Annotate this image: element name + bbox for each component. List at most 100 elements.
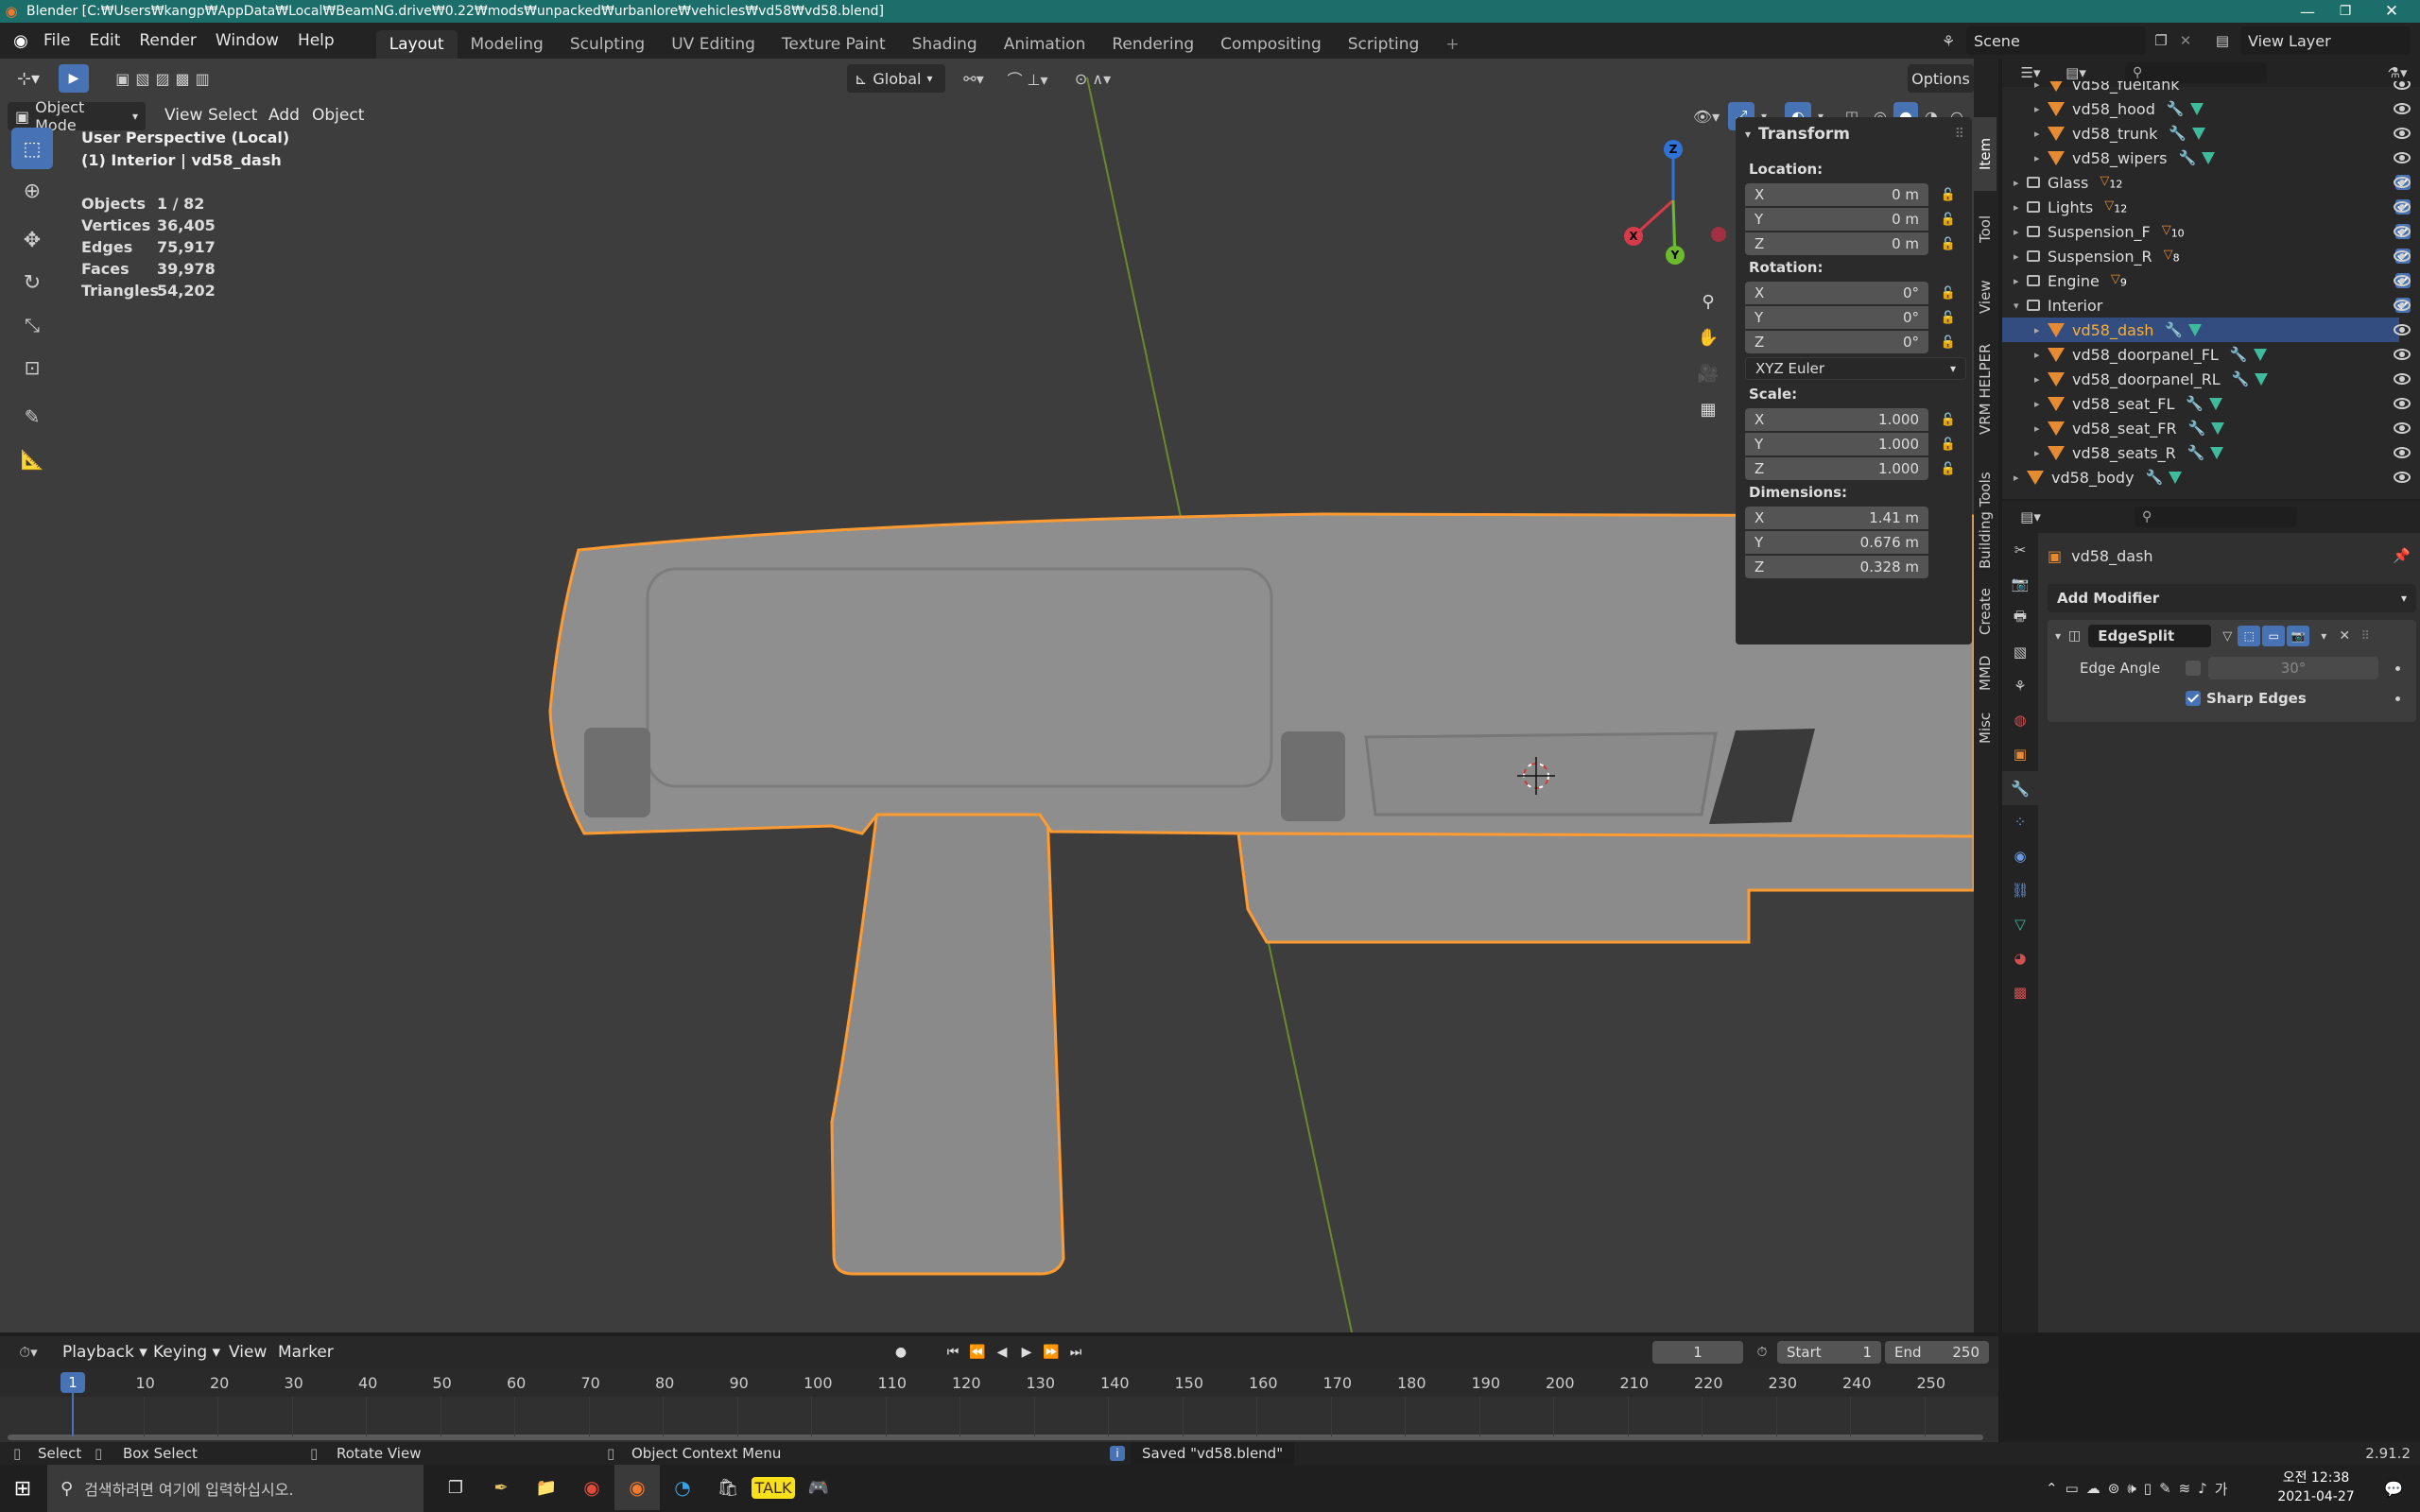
- lock-icon[interactable]: 🔓: [1936, 183, 1961, 206]
- 3d-viewport[interactable]: ⊹▾ ▶ ▣▧▨▩▥ ⊾ Global ▾ ⚯▾ ⌒ ⊥▾ ⊙ ∧▾ Optio…: [0, 59, 1974, 1332]
- visibility-eye-icon[interactable]: [2394, 103, 2411, 114]
- texture-properties-icon[interactable]: ▩: [2002, 975, 2038, 1009]
- tab-tool[interactable]: Tool: [1974, 197, 1996, 261]
- gizmo-y-icon[interactable]: Y: [1666, 246, 1685, 265]
- pin-icon[interactable]: 📌: [2393, 547, 2411, 564]
- visibility-eye-icon[interactable]: [2394, 472, 2411, 483]
- dimensions-z-field[interactable]: Z 0.328 m: [1745, 556, 1928, 578]
- scale-y-field[interactable]: Y 1.000: [1745, 433, 1928, 455]
- taskbar-search-box[interactable]: ⚲ 검색하려면 여기에 입력하십시오.: [47, 1465, 424, 1512]
- modifier-properties-icon[interactable]: 🔧: [2002, 771, 2038, 805]
- lock-icon[interactable]: 🔓: [1936, 408, 1961, 431]
- tab-shading[interactable]: Shading: [899, 30, 991, 59]
- output-properties-icon[interactable]: 🖶: [2002, 601, 2038, 635]
- expand-arrow-icon[interactable]: ▸: [2014, 201, 2019, 214]
- jump-end-icon[interactable]: ⏭: [1064, 1345, 1087, 1360]
- location-y-field[interactable]: Y 0 m: [1745, 208, 1928, 231]
- gizmo-x-icon[interactable]: X: [1624, 227, 1643, 246]
- timeline-menu-playback[interactable]: Playback ▾: [53, 1343, 157, 1362]
- outliner-row[interactable]: ▸ vd58_dash 🔧: [2002, 318, 2411, 342]
- visibility-eye-icon[interactable]: [2394, 300, 2411, 311]
- view-layer-icon[interactable]: ▤: [2208, 26, 2237, 55]
- visibility-eye-icon[interactable]: [2394, 447, 2411, 458]
- scene-field[interactable]: Scene: [1966, 26, 2146, 55]
- location-z-field[interactable]: Z 0 m: [1745, 232, 1928, 255]
- expand-arrow-icon[interactable]: ▸: [2034, 103, 2040, 115]
- viewport-toggle-icon[interactable]: ▭: [2262, 626, 2286, 646]
- lock-icon[interactable]: 🔓: [1936, 282, 1961, 304]
- timeline-editor-type-icon[interactable]: ⏱▾: [9, 1344, 47, 1361]
- jump-start-icon[interactable]: ⏮: [942, 1345, 964, 1360]
- outliner-search-icon[interactable]: ⚲: [2125, 62, 2267, 83]
- next-keyframe-icon[interactable]: ⏩: [1040, 1345, 1063, 1360]
- lock-icon[interactable]: 🔓: [1936, 208, 1961, 231]
- camera-view-icon[interactable]: 🎥: [1694, 355, 1722, 391]
- tray-pen-icon[interactable]: ✎: [2159, 1480, 2171, 1497]
- outliner-row[interactable]: ▸ vd58_body 🔧: [2002, 465, 2411, 490]
- visibility-eye-icon[interactable]: [2394, 250, 2411, 262]
- tray-volume-icon[interactable]: 🕪: [2127, 1480, 2135, 1497]
- prev-keyframe-icon[interactable]: ⏪: [966, 1345, 989, 1360]
- tab-compositing[interactable]: Compositing: [1207, 30, 1335, 59]
- tab-view[interactable]: View: [1974, 265, 1996, 329]
- ortho-toggle-icon[interactable]: ▦: [1694, 391, 1722, 427]
- close-icon[interactable]: ✕: [2373, 0, 2411, 23]
- discord-icon[interactable]: 🎮: [796, 1465, 841, 1510]
- view-layer-field[interactable]: View Layer: [2240, 26, 2411, 55]
- visibility-eye-icon[interactable]: [2394, 152, 2411, 163]
- tray-network-icon[interactable]: ⊚: [2108, 1480, 2120, 1497]
- keyframe-dot-icon[interactable]: [2395, 665, 2400, 671]
- timeline-menu-marker[interactable]: Marker: [268, 1343, 343, 1362]
- menu-render[interactable]: Render: [130, 31, 206, 50]
- scale-z-field[interactable]: Z 1.000: [1745, 457, 1928, 480]
- display-mode-icon[interactable]: ▤▾: [2059, 64, 2093, 81]
- outliner-row[interactable]: ▸ Suspension_F ▽10: [2002, 219, 2411, 244]
- task-view-icon[interactable]: ❐: [433, 1465, 478, 1510]
- visibility-eye-icon[interactable]: [2394, 373, 2411, 385]
- expand-arrow-icon[interactable]: ▸: [2034, 447, 2040, 459]
- outliner-row[interactable]: ▸ vd58_seat_FR 🔧: [2002, 416, 2411, 440]
- outliner-row[interactable]: ▸ vd58_doorpanel_RL 🔧: [2002, 367, 2411, 391]
- store-icon[interactable]: 🛍: [705, 1465, 751, 1510]
- panel-drag-icon[interactable]: ⠿: [1955, 127, 1964, 142]
- visibility-eye-icon[interactable]: [2394, 201, 2411, 213]
- tab-layout[interactable]: Layout: [375, 30, 458, 59]
- remove-modifier-icon[interactable]: ✕: [2334, 626, 2355, 646]
- expand-arrow-icon[interactable]: ▸: [2014, 177, 2019, 189]
- visibility-eye-icon[interactable]: [2394, 349, 2411, 360]
- menu-help[interactable]: Help: [288, 31, 344, 50]
- tab-item[interactable]: Item: [1974, 117, 1996, 191]
- add-workspace-icon[interactable]: +: [1432, 30, 1472, 59]
- expand-arrow-icon[interactable]: ▸: [2014, 250, 2019, 263]
- outliner-row[interactable]: ▸ vd58_doorpanel_FL 🔧: [2002, 342, 2411, 367]
- properties-search-icon[interactable]: ⚲: [2135, 507, 2297, 527]
- modifier-collapse-icon[interactable]: ▾: [2055, 629, 2061, 643]
- gizmo-neg-x-icon[interactable]: [1711, 227, 1726, 242]
- data-properties-icon[interactable]: ▽: [2002, 907, 2038, 941]
- tab-mmd[interactable]: MMD: [1974, 644, 1996, 701]
- rotation-z-field[interactable]: Z 0°: [1745, 331, 1928, 353]
- menu-edit[interactable]: Edit: [79, 31, 130, 50]
- tab-building-tools[interactable]: Building Tools: [1974, 450, 1996, 592]
- tab-create[interactable]: Create: [1974, 578, 1996, 644]
- tray-ime-icon[interactable]: 가: [2215, 1479, 2228, 1499]
- particles-properties-icon[interactable]: ⁘: [2002, 805, 2038, 839]
- object-properties-icon[interactable]: ▣: [2002, 737, 2038, 771]
- tray-cloud-icon[interactable]: ☁: [2086, 1480, 2100, 1497]
- menu-file[interactable]: File: [34, 31, 79, 50]
- lock-icon[interactable]: 🔓: [1936, 433, 1961, 455]
- visibility-eye-icon[interactable]: [2394, 398, 2411, 409]
- expand-arrow-icon[interactable]: ▸: [2034, 349, 2040, 361]
- lock-icon[interactable]: 🔓: [1936, 331, 1961, 353]
- outliner-row[interactable]: ▸ Glass ▽12: [2002, 170, 2411, 195]
- tray-expand-icon[interactable]: ⌃: [2046, 1480, 2058, 1497]
- visibility-eye-icon[interactable]: [2394, 275, 2411, 286]
- location-x-field[interactable]: X 0 m: [1745, 183, 1928, 206]
- expand-arrow-icon[interactable]: ▾: [2014, 300, 2019, 312]
- tab-scripting[interactable]: Scripting: [1335, 30, 1433, 59]
- edit-mode-toggle-icon[interactable]: ▽: [2217, 626, 2238, 646]
- rotation-x-field[interactable]: X 0°: [1745, 282, 1928, 304]
- gizmo-z-icon[interactable]: Z: [1664, 140, 1683, 159]
- visibility-eye-icon[interactable]: [2394, 128, 2411, 139]
- end-frame-field[interactable]: End 250: [1885, 1341, 1989, 1364]
